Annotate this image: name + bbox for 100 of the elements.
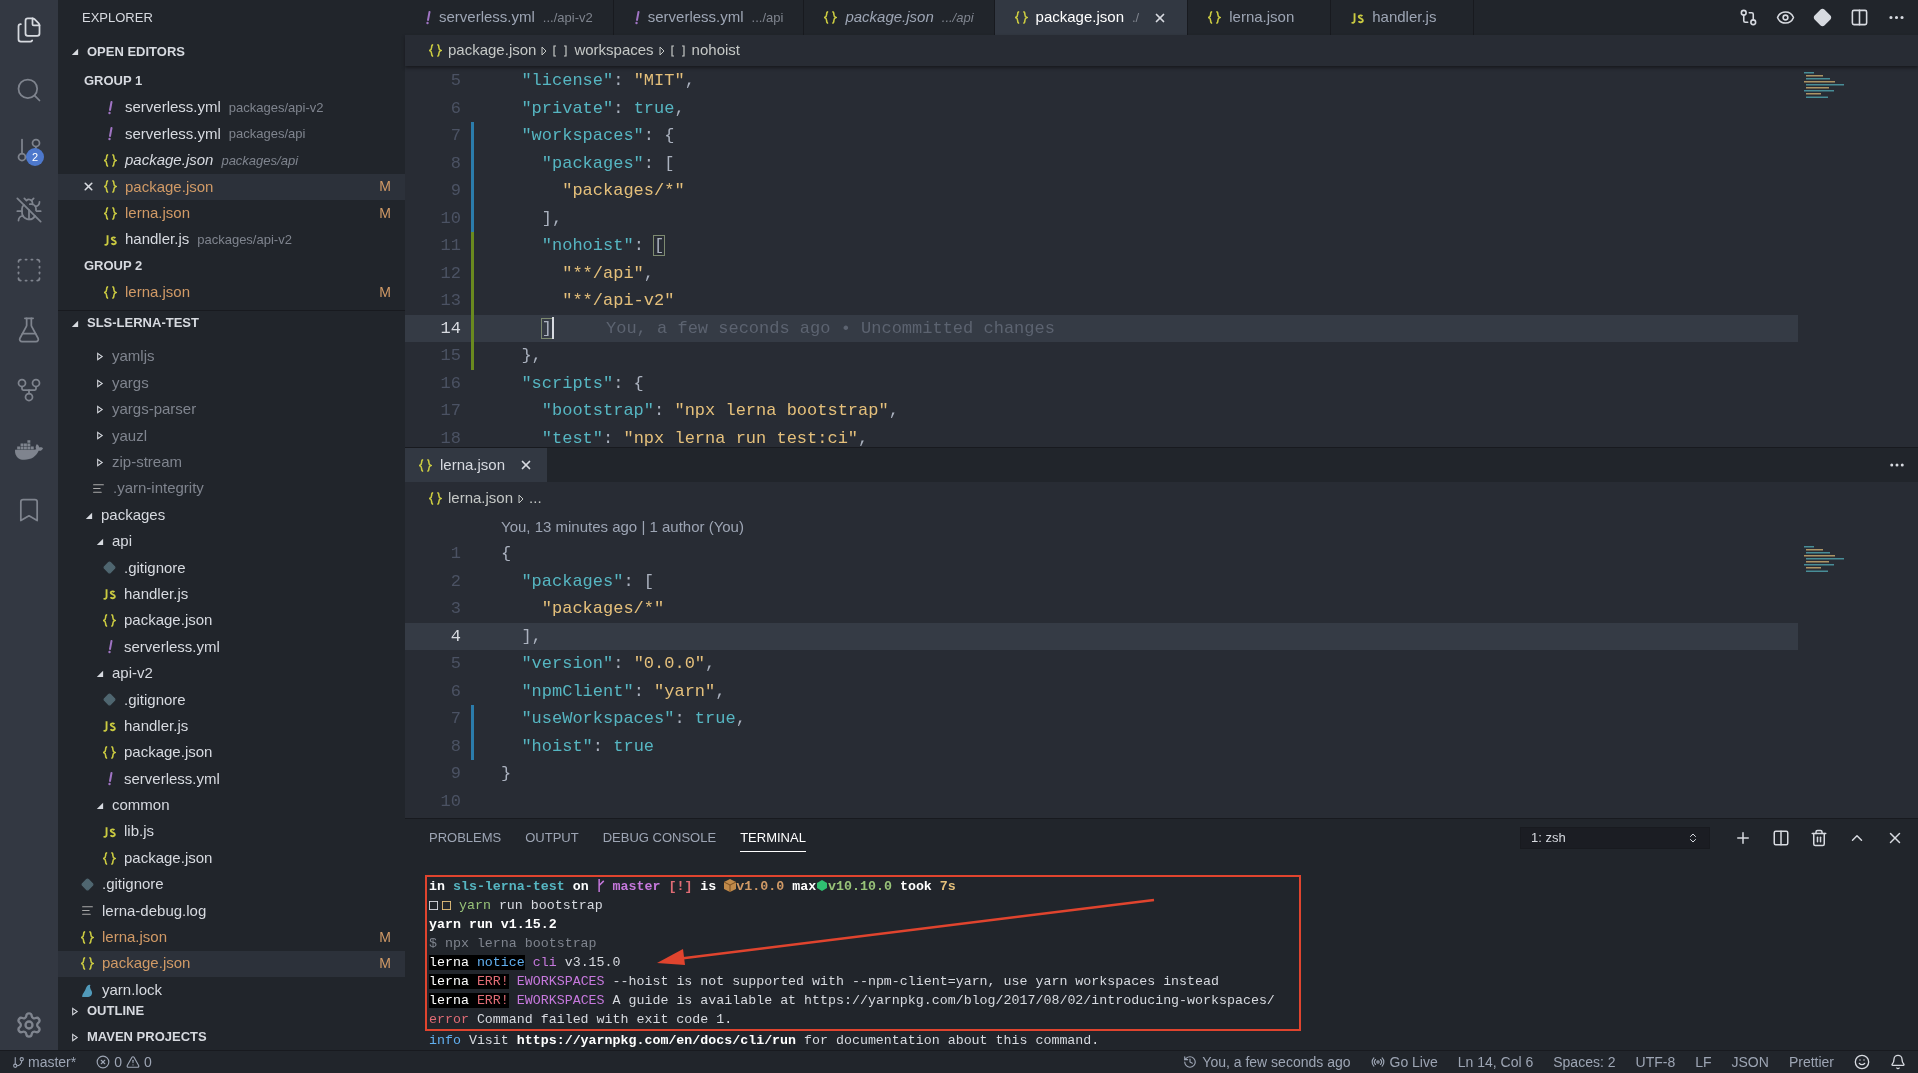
caret-icon[interactable]: [95, 431, 104, 441]
caret-icon[interactable]: [95, 378, 104, 388]
split-icon[interactable]: [1850, 8, 1869, 27]
section-header[interactable]: OPEN EDITORS: [58, 38, 185, 65]
caret-icon[interactable]: [95, 800, 104, 810]
section-header[interactable]: MAVEN PROJECTS: [58, 1024, 405, 1050]
status-item[interactable]: Go Live: [1370, 1051, 1438, 1073]
tree-item[interactable]: yargs-parser: [58, 396, 405, 423]
diamond-icon[interactable]: [1813, 8, 1832, 27]
tree-item[interactable]: lerna-debug.log: [58, 897, 405, 925]
branch-status[interactable]: master*: [12, 1051, 77, 1073]
panel-tab[interactable]: TERMINAL: [740, 823, 806, 853]
tree-item[interactable]: handler.js: [58, 713, 405, 740]
tree-item[interactable]: zip-stream: [58, 449, 405, 476]
tree-item[interactable]: common: [58, 792, 405, 819]
open-editor-item[interactable]: package.json packages/api: [58, 147, 405, 174]
terminal-select[interactable]: 1: zsh: [1520, 827, 1710, 849]
editor-tab[interactable]: package.json .../api: [804, 0, 995, 35]
tree-item[interactable]: package.json: [58, 739, 405, 766]
breadcrumb-item[interactable]: ...: [529, 487, 542, 510]
tree-item[interactable]: handler.js: [58, 581, 405, 608]
code-line: ]: [540, 317, 552, 340]
tree-item[interactable]: package.json: [58, 844, 405, 872]
tree-item[interactable]: .gitignore: [58, 871, 405, 898]
plus-icon[interactable]: [1734, 829, 1752, 847]
status-item[interactable]: UTF-8: [1635, 1051, 1676, 1073]
eye-icon[interactable]: [1776, 8, 1795, 27]
status-item[interactable]: Ln 14, Col 6: [1457, 1051, 1534, 1073]
caret-icon[interactable]: [84, 510, 93, 520]
status-item[interactable]: LF: [1695, 1051, 1712, 1073]
trash-icon[interactable]: [1810, 829, 1828, 847]
file-name: serverless.yml: [125, 123, 221, 144]
tree-item[interactable]: package.json: [58, 607, 405, 634]
editor-tab[interactable]: package.json ./: [994, 0, 1189, 35]
status-item[interactable]: You, a few seconds ago: [1183, 1051, 1351, 1073]
file-name: yamljs: [112, 346, 155, 367]
open-editor-item[interactable]: lerna.json M: [58, 199, 405, 227]
status-item[interactable]: Spaces: 2: [1553, 1051, 1616, 1073]
caret-icon[interactable]: [95, 352, 104, 362]
tree-item[interactable]: yargs: [58, 369, 405, 397]
package-icon: [724, 879, 737, 892]
diamond-icon: [103, 693, 116, 707]
open-editor-item[interactable]: serverless.yml packages/api: [58, 120, 405, 148]
tree-item[interactable]: lib.js: [58, 818, 405, 845]
code-line: {: [501, 543, 512, 565]
status-item[interactable]: Prettier: [1788, 1051, 1834, 1073]
settings-icon[interactable]: [15, 1011, 43, 1039]
breadcrumb-item[interactable]: nohoist: [669, 39, 740, 62]
caret-icon[interactable]: [95, 536, 104, 546]
tree-item[interactable]: api-v2: [58, 660, 405, 687]
caret-icon[interactable]: [70, 1032, 79, 1042]
caret-icon[interactable]: [70, 1006, 79, 1016]
section-header[interactable]: SLS-LERNA-TEST: [58, 310, 199, 336]
problems-status[interactable]: 0 0: [96, 1051, 152, 1073]
panel-tab[interactable]: PROBLEMS: [429, 824, 502, 852]
compare-icon[interactable]: [1739, 8, 1758, 27]
caret-icon[interactable]: [70, 47, 79, 56]
code-line: ],: [520, 625, 542, 648]
diamond-icon: [103, 561, 116, 575]
editor-tab[interactable]: serverless.yml .../api: [613, 0, 805, 35]
editor-tab[interactable]: lerna.json: [1188, 0, 1332, 35]
tree-item[interactable]: yarn.lock: [58, 976, 405, 998]
status-item[interactable]: JSON: [1731, 1051, 1769, 1073]
close-icon[interactable]: [82, 180, 95, 194]
smiley-icon[interactable]: [1854, 1054, 1870, 1070]
breadcrumb-item[interactable]: workspaces: [552, 39, 654, 62]
tree-item[interactable]: .yarn-integrity: [58, 475, 405, 502]
tree-item[interactable]: serverless.yml: [58, 765, 405, 793]
tree-item[interactable]: yamljs: [58, 343, 405, 370]
tree-item[interactable]: package.json M: [58, 950, 405, 977]
caret-icon[interactable]: [95, 457, 104, 467]
chevron-icon: [518, 493, 525, 504]
breadcrumb-item[interactable]: lerna.json: [429, 487, 514, 510]
tree-item[interactable]: yauzl: [58, 422, 405, 450]
open-editor-item[interactable]: package.json M: [58, 173, 405, 200]
code-line: "npmClient": "yarn",: [520, 680, 726, 703]
tree-item[interactable]: .gitignore: [58, 686, 405, 713]
editor-tab[interactable]: lerna.json: [405, 448, 548, 482]
caret-icon[interactable]: [95, 668, 104, 678]
caret-icon[interactable]: [95, 405, 104, 414]
section-header[interactable]: OUTLINE: [58, 998, 405, 1024]
open-editor-item[interactable]: serverless.yml packages/api-v2: [58, 94, 405, 121]
tree-item[interactable]: packages: [58, 501, 405, 529]
breadcrumb-item[interactable]: package.json: [429, 39, 537, 62]
open-editor-item[interactable]: lerna.json M: [58, 279, 405, 306]
terminal-line: info Visit https://yarnpkg.com/en/docs/cli/run for documentation about this command.: [428, 1032, 1100, 1050]
bell-icon[interactable]: [1890, 1054, 1906, 1070]
panel-tab[interactable]: DEBUG CONSOLE: [602, 824, 717, 852]
open-editor-item[interactable]: handler.js packages/api-v2: [58, 226, 405, 253]
exclamation-icon: [107, 126, 113, 141]
editor-tab[interactable]: handler.js: [1331, 0, 1475, 35]
editor-tab[interactable]: serverless.yml .../api-v2: [405, 0, 614, 35]
tree-item[interactable]: lerna.json M: [58, 924, 405, 951]
caret-icon[interactable]: [70, 318, 79, 328]
tree-item[interactable]: api: [58, 528, 405, 555]
split-icon[interactable]: [1772, 829, 1790, 847]
codelens-text[interactable]: You, 13 minutes ago | 1 author (You): [501, 516, 744, 539]
tree-item[interactable]: serverless.yml: [58, 633, 405, 661]
tree-item[interactable]: .gitignore: [58, 554, 405, 582]
panel-tab[interactable]: OUTPUT: [525, 824, 579, 852]
